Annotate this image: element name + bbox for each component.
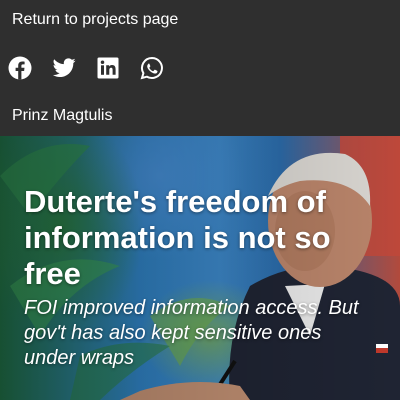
share-buttons	[8, 55, 184, 81]
author-name: Prinz Magtulis	[12, 107, 113, 124]
return-to-projects-link[interactable]: Return to projects page	[12, 10, 178, 30]
linkedin-share-button[interactable]	[96, 56, 120, 80]
whatsapp-share-button[interactable]	[140, 56, 164, 80]
headline: Duterte's freedom of information is not …	[24, 184, 331, 291]
linkedin-icon	[97, 57, 119, 79]
facebook-share-button[interactable]	[8, 56, 32, 80]
twitter-icon	[52, 58, 76, 77]
top-bar: Return to projects page Prinz Magtulis	[0, 0, 400, 136]
subheadline: FOI improved information access. But gov…	[24, 297, 359, 369]
hero-banner: Duterte's freedom of information is not …	[0, 136, 400, 400]
page: Return to projects page Prinz Magtulis D…	[0, 0, 400, 400]
whatsapp-icon	[140, 56, 163, 80]
facebook-icon	[8, 56, 32, 80]
twitter-share-button[interactable]	[52, 56, 76, 80]
